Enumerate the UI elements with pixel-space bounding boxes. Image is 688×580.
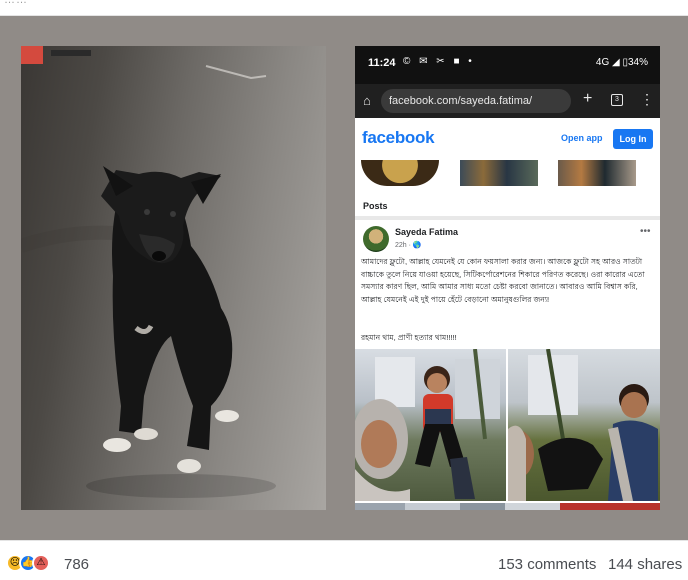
post-author-name: Sayeda Fatima	[395, 227, 459, 237]
status-battery-signal: 4G ◢ ▯34%	[595, 57, 648, 68]
post-photo	[355, 349, 506, 501]
profile-thumb	[361, 160, 439, 186]
tab-switcher-icon: 3	[611, 94, 623, 106]
more-options-icon: •••	[640, 226, 651, 237]
post-signature-text: রহমান থাম, প্রাণী হত্যার থাম!!!!!	[361, 333, 457, 342]
home-icon: ⌂	[363, 93, 371, 108]
status-notification-icons: © ✉ ✂ ■ •	[403, 56, 475, 67]
facebook-logo: facebook	[362, 128, 435, 147]
open-app-link: Open app	[561, 133, 603, 143]
post-photo-collage	[355, 349, 660, 510]
browser-url-bar: ⌂ facebook.com/sayeda.fatima/ + 3 ⋮	[355, 84, 660, 118]
reaction-bar: ☹ 👍 ⚠ 786 153 comments 144 shares	[0, 540, 688, 580]
comments-count-link[interactable]: 153 comments	[498, 556, 596, 573]
ellipsis-text: ……	[4, 0, 28, 6]
dog-illustration	[21, 46, 276, 498]
dog-photo[interactable]	[21, 46, 326, 510]
reaction-count[interactable]: 786	[64, 556, 89, 573]
profile-thumb	[460, 160, 538, 186]
facebook-header: facebook Open app Log In	[355, 126, 660, 156]
post-photo	[508, 349, 660, 501]
shares-count-link[interactable]: 144 shares	[608, 556, 682, 573]
post-body-text: আমাদের ফ্লুটো, আল্লাহ যেমনেই যে কোন ফয়সা…	[361, 257, 645, 304]
status-time: 11:24	[368, 57, 396, 69]
selfie-illustration	[355, 349, 500, 501]
url-field: facebook.com/sayeda.fatima/	[381, 89, 571, 113]
post-timestamp: 22h · 🌎	[395, 242, 422, 249]
browser-menu-icon: ⋮	[640, 91, 654, 107]
phone-status-bar: 11:24 © ✉ ✂ ■ • 4G ◢ ▯34%	[355, 46, 660, 84]
selfie-illustration	[508, 349, 658, 501]
posts-heading: Posts	[363, 201, 388, 211]
new-tab-icon: +	[583, 90, 593, 107]
profile-photo-strip	[355, 158, 660, 188]
login-button: Log In	[613, 129, 653, 149]
post-image-canvas[interactable]: 11:24 © ✉ ✂ ■ • 4G ◢ ▯34% ⌂ facebook.com…	[0, 16, 688, 540]
angry-reaction-icon: ⚠	[32, 554, 50, 572]
phone-screenshot[interactable]: 11:24 © ✉ ✂ ■ • 4G ◢ ▯34% ⌂ facebook.com…	[355, 46, 660, 510]
top-edge-bar: ……	[0, 0, 688, 16]
author-avatar	[363, 226, 389, 252]
profile-thumb	[558, 160, 636, 186]
section-divider	[355, 216, 660, 220]
post-photo-strip	[355, 503, 660, 510]
reaction-icons[interactable]: ☹ 👍 ⚠	[6, 554, 62, 572]
